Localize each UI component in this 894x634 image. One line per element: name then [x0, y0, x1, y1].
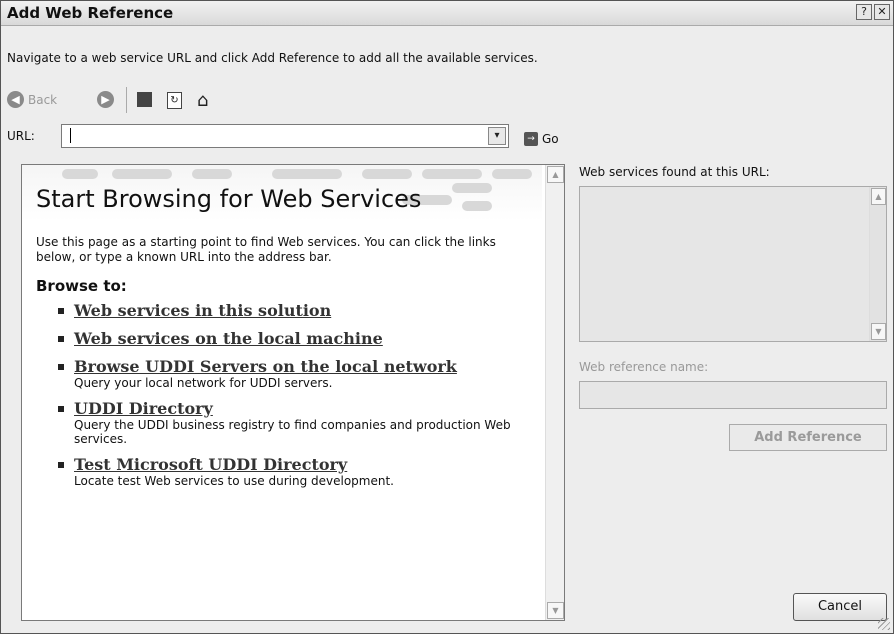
banner-pill — [192, 169, 232, 179]
link-description: Query the UDDI business registry to find… — [74, 418, 511, 446]
banner-pill — [422, 169, 482, 179]
link-uddi-directory[interactable]: UDDI Directory — [74, 399, 213, 418]
list-item: UDDI Directory Query the UDDI business r… — [36, 399, 536, 446]
add-web-reference-dialog: Add Web Reference ? ✕ Navigate to a web … — [0, 0, 894, 634]
url-label: URL: — [7, 129, 35, 143]
cancel-button[interactable]: Cancel — [793, 593, 887, 621]
bullet-icon — [58, 336, 64, 342]
banner-pill — [112, 169, 172, 179]
scroll-down-icon[interactable]: ▼ — [871, 323, 886, 340]
banner-pill — [62, 169, 98, 179]
back-button[interactable]: ◀ Back — [7, 91, 57, 108]
services-scrollbar[interactable]: ▲ ▼ — [869, 187, 886, 341]
browse-to-heading: Browse to: — [36, 277, 127, 295]
browse-links-list: Web services in this solution Web servic… — [36, 301, 536, 497]
chevron-down-icon[interactable]: ▾ — [488, 127, 506, 145]
resize-grip-icon[interactable] — [878, 618, 890, 630]
bullet-icon — [58, 364, 64, 370]
stop-button[interactable] — [137, 92, 152, 107]
close-icon[interactable]: ✕ — [874, 4, 890, 20]
scroll-down-icon[interactable]: ▼ — [547, 602, 564, 619]
go-label: Go — [542, 132, 559, 146]
web-reference-name-label: Web reference name: — [579, 360, 709, 374]
forward-button[interactable]: ▶ — [97, 91, 114, 108]
browser-toolbar: ◀ Back ▶ ↻ ⌂ — [7, 87, 307, 113]
url-combobox[interactable]: ▾ — [61, 124, 509, 148]
browser-scrollbar[interactable]: ▲ ▼ — [545, 165, 564, 620]
page-heading: Start Browsing for Web Services — [36, 185, 422, 213]
link-test-microsoft-uddi[interactable]: Test Microsoft UDDI Directory — [74, 455, 347, 474]
bullet-icon — [58, 406, 64, 412]
refresh-icon: ↻ — [167, 92, 182, 109]
banner-pill — [452, 183, 492, 193]
go-button[interactable]: → Go — [524, 132, 559, 146]
stop-icon — [137, 92, 152, 107]
services-found-label: Web services found at this URL: — [579, 165, 770, 179]
link-browse-uddi-servers[interactable]: Browse UDDI Servers on the local network — [74, 357, 457, 376]
list-item: Browse UDDI Servers on the local network… — [36, 357, 536, 390]
banner-pill — [362, 169, 412, 179]
refresh-button[interactable]: ↻ — [167, 92, 182, 109]
title-bar: Add Web Reference ? ✕ — [1, 1, 893, 26]
toolbar-separator — [126, 87, 127, 113]
dialog-title: Add Web Reference — [7, 4, 174, 22]
go-arrow-icon: → — [524, 132, 538, 146]
banner-pill — [272, 169, 342, 179]
banner-pill — [462, 201, 492, 211]
web-reference-name-input[interactable] — [579, 381, 887, 409]
home-button[interactable]: ⌂ — [197, 90, 208, 111]
list-item: Web services in this solution — [36, 301, 536, 320]
instructions-text: Navigate to a web service URL and click … — [7, 51, 538, 65]
link-solution-services[interactable]: Web services in this solution — [74, 301, 331, 320]
browser-pane[interactable]: Start Browsing for Web Services Use this… — [21, 164, 565, 621]
add-reference-button[interactable]: Add Reference — [729, 424, 887, 451]
right-arrow-icon: ▶ — [97, 91, 114, 108]
help-icon[interactable]: ? — [856, 4, 872, 20]
home-icon: ⌂ — [197, 90, 209, 111]
scroll-up-icon[interactable]: ▲ — [871, 188, 886, 205]
intro-text: Use this page as a starting point to fin… — [36, 235, 496, 264]
text-cursor — [70, 128, 71, 143]
scroll-up-icon[interactable]: ▲ — [547, 166, 564, 183]
bullet-icon — [58, 462, 64, 468]
link-description: Locate test Web services to use during d… — [74, 474, 394, 488]
list-item: Web services on the local machine — [36, 329, 536, 348]
services-found-list[interactable]: ▲ ▼ — [579, 186, 887, 342]
left-arrow-icon: ◀ — [7, 91, 24, 108]
back-label: Back — [28, 92, 58, 107]
link-local-machine-services[interactable]: Web services on the local machine — [74, 329, 383, 348]
link-description: Query your local network for UDDI server… — [74, 376, 333, 390]
banner-pill — [492, 169, 532, 179]
list-item: Test Microsoft UDDI Directory Locate tes… — [36, 455, 536, 488]
bullet-icon — [58, 308, 64, 314]
